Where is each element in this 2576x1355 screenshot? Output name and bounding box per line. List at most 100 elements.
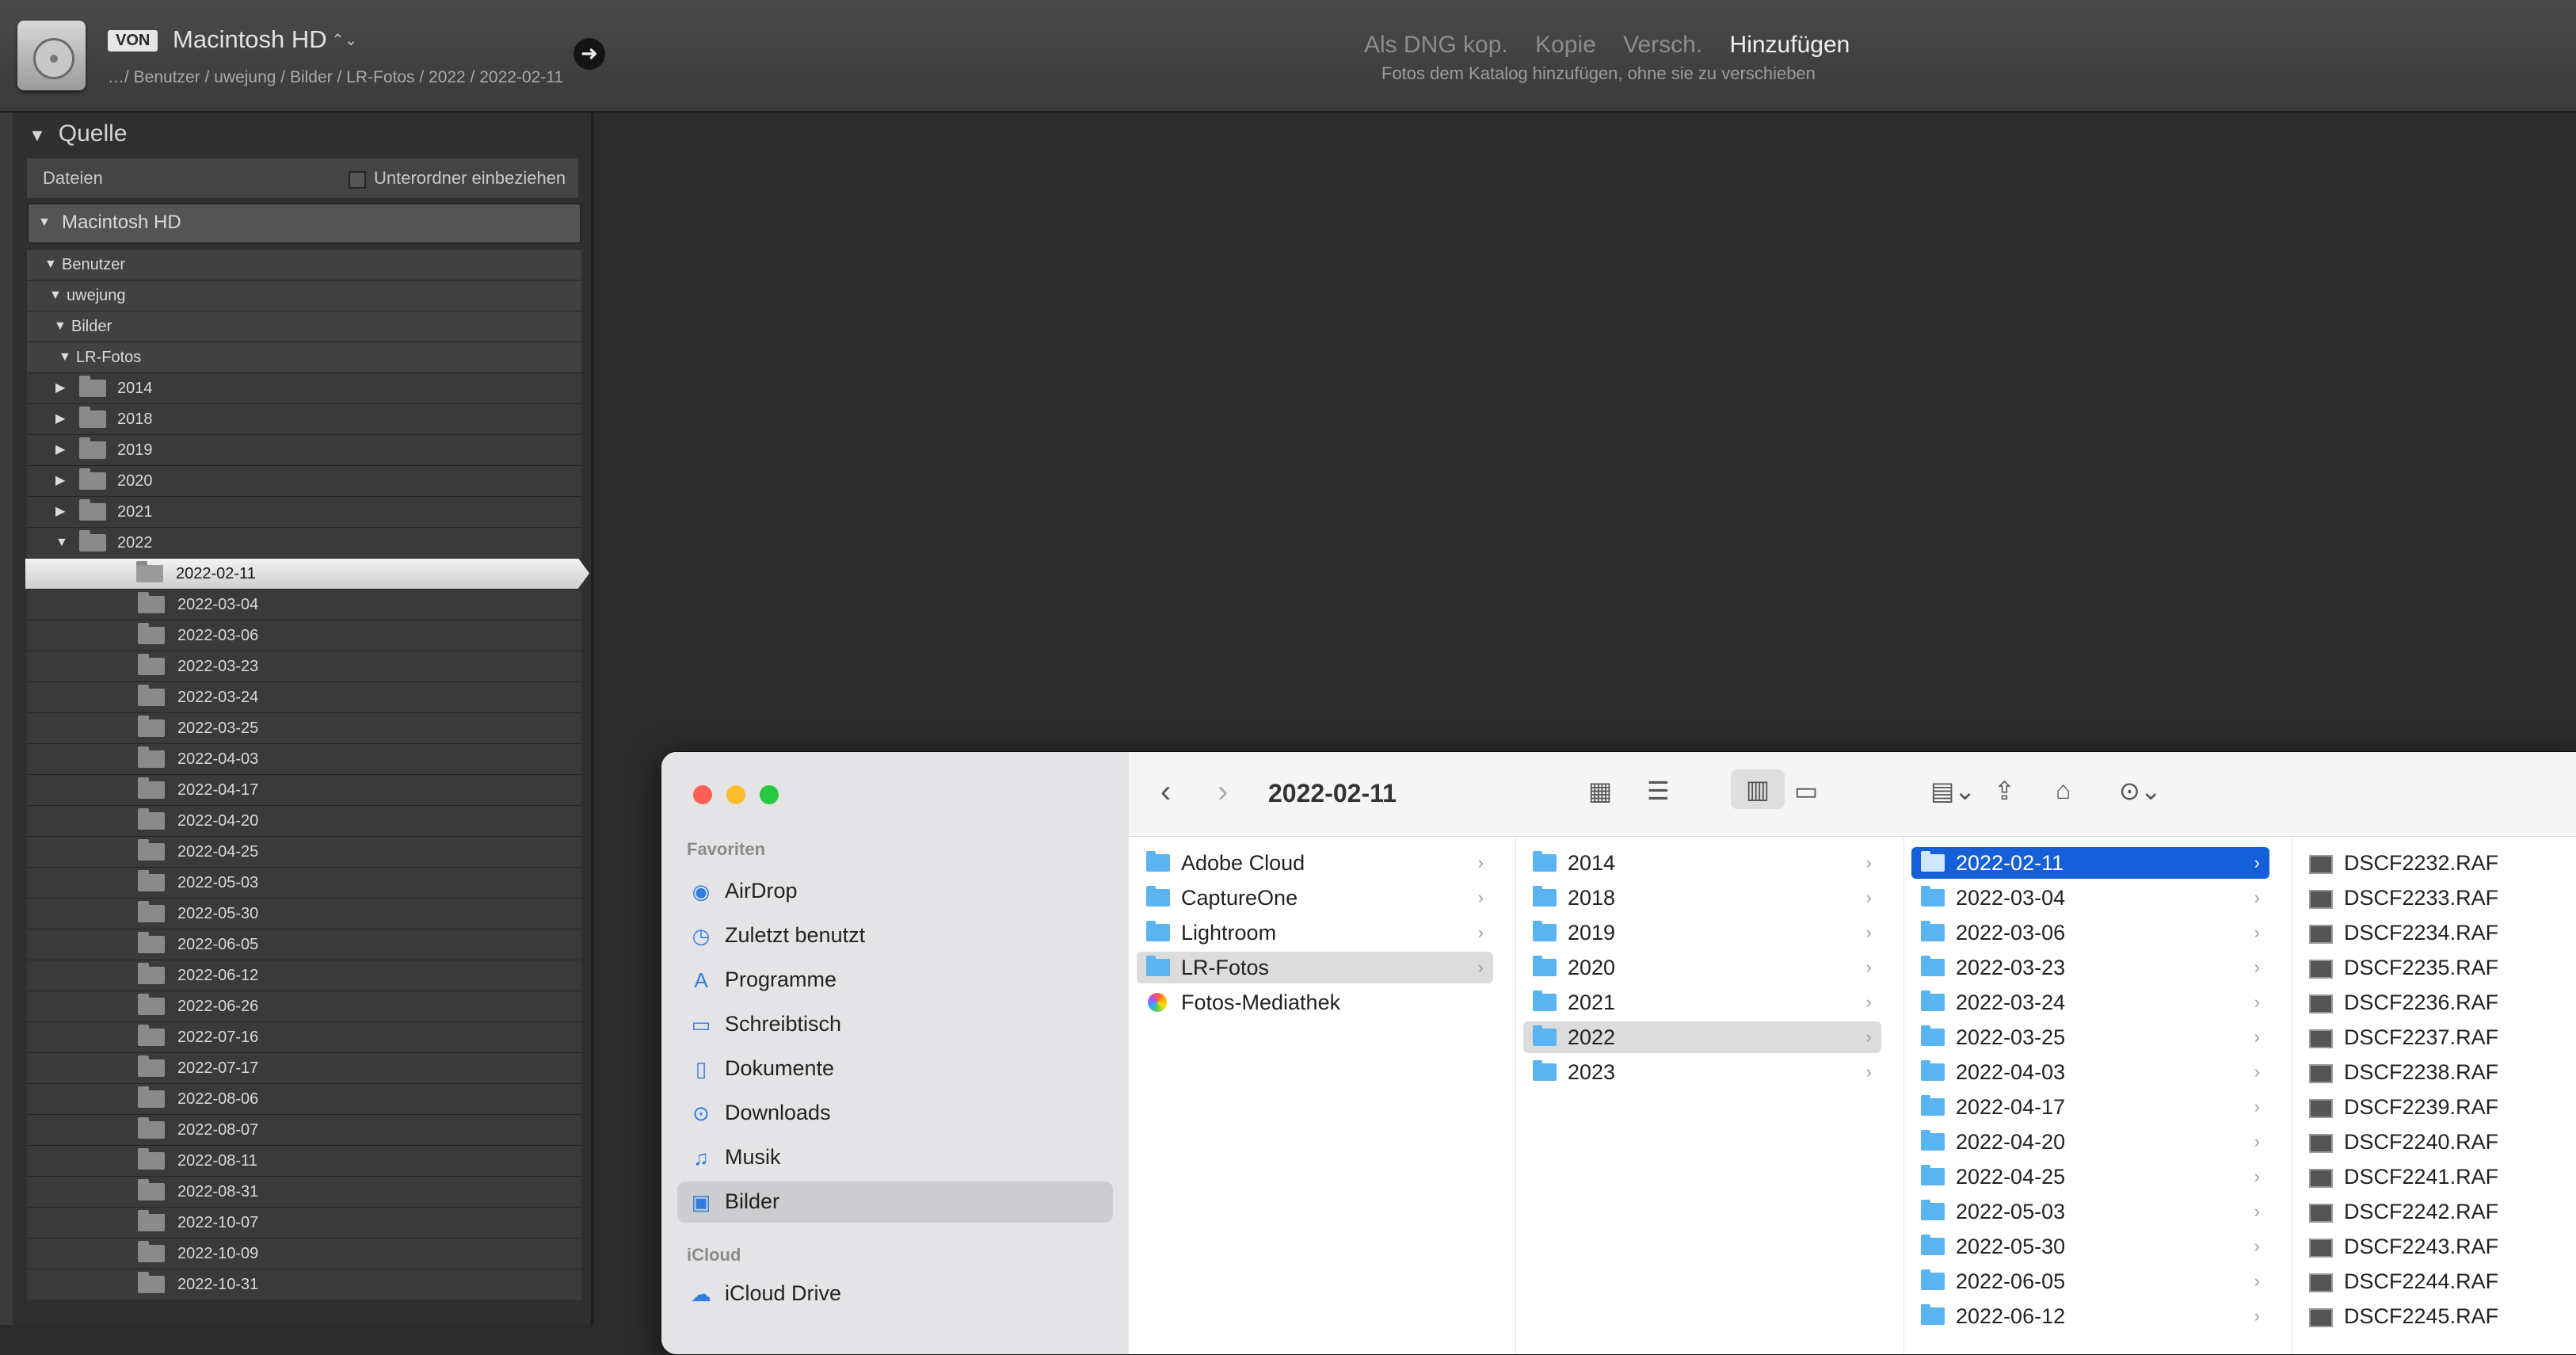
tree-folder-2022-03-23[interactable]: 2022-03-23 (27, 651, 581, 681)
folder-item[interactable]: 2022-04-25 › (1911, 1161, 2269, 1193)
sidebar-item-icloud-drive[interactable]: ☁ iCloud Drive (677, 1273, 1113, 1315)
file-item[interactable]: DSCF2233.RAF (2300, 882, 2576, 914)
forward-icon[interactable]: › (1218, 774, 1228, 810)
folder-item[interactable]: 2019 › (1523, 917, 1881, 948)
folder-item[interactable]: Lightroom › (1137, 917, 1493, 948)
sidebar-item-musik[interactable]: ♫ Musik (677, 1137, 1113, 1178)
tree-item-uwejung[interactable]: ▼ uwejung (27, 280, 581, 311)
tree-folder-2022-04-20[interactable]: 2022-04-20 (27, 805, 581, 836)
sidebar-item-schreibtisch[interactable]: ▭ Schreibtisch (677, 1004, 1113, 1045)
folder-item[interactable]: 2022-03-23 › (1911, 952, 2269, 983)
tree-item-lr-fotos[interactable]: ▼ LR-Fotos (27, 342, 581, 372)
subfolder-checkbox[interactable] (349, 171, 366, 189)
sidebar-item-programme[interactable]: A Programme (677, 960, 1113, 1001)
mode-copy[interactable]: Kopie (1535, 32, 1596, 58)
folder-item[interactable]: 2018 › (1523, 882, 1881, 914)
folder-item[interactable]: LR-Fotos › (1137, 952, 1493, 983)
list-view-icon[interactable]: ☰ (1647, 776, 1670, 806)
gallery-view-icon[interactable]: ▭ (1794, 776, 1818, 806)
hard-drive-icon[interactable] (17, 21, 86, 90)
folder-item[interactable]: 2022 › (1523, 1021, 1881, 1053)
tree-folder-2022-10-07[interactable]: 2022-10-07 (27, 1207, 581, 1238)
tree-folder-2022-08-06[interactable]: 2022-08-06 (27, 1083, 581, 1114)
close-window-button[interactable] (693, 785, 712, 804)
folder-item[interactable]: 2022-02-11 › (1911, 847, 2269, 879)
folder-item[interactable]: CaptureOne › (1137, 882, 1493, 914)
folder-item[interactable]: 2014 › (1523, 847, 1881, 879)
icon-view-icon[interactable]: ▦ (1588, 776, 1612, 806)
source-selector[interactable]: Macintosh HD (173, 25, 327, 54)
tree-folder-2022-04-17[interactable]: 2022-04-17 (27, 774, 581, 805)
tree-folder-2022-08-07[interactable]: 2022-08-07 (27, 1114, 581, 1145)
mode-add[interactable]: Hinzufügen (1730, 32, 1850, 58)
file-item[interactable]: DSCF2245.RAF (2300, 1300, 2576, 1332)
disclosure-triangle-icon[interactable]: ▼ (38, 204, 51, 241)
tree-folder-2022-05-03[interactable]: 2022-05-03 (27, 867, 581, 898)
folder-item[interactable]: 2021 › (1523, 987, 1881, 1018)
source-dropdown-icon[interactable]: ⌃⌄ (331, 30, 358, 50)
file-item[interactable]: DSCF2244.RAF (2300, 1265, 2576, 1297)
collapse-triangle-icon[interactable]: ▼ (29, 125, 46, 145)
arrow-right-icon[interactable]: ➜ (574, 38, 605, 70)
file-item[interactable]: DSCF2235.RAF (2300, 952, 2576, 983)
folder-item[interactable]: 2022-05-03 › (1911, 1196, 2269, 1227)
tree-folder-2022-03-25[interactable]: 2022-03-25 (27, 712, 581, 743)
folder-item[interactable]: 2022-06-05 › (1911, 1265, 2269, 1297)
disclosure-triangle-icon[interactable]: ▼ (55, 528, 68, 558)
folder-item[interactable]: 2022-03-06 › (1911, 917, 2269, 948)
source-panel-header[interactable]: ▼ Quelle (29, 120, 128, 147)
folder-item[interactable]: 2022-04-17 › (1911, 1091, 2269, 1123)
tree-folder-2022-08-31[interactable]: 2022-08-31 (27, 1176, 581, 1207)
back-icon[interactable]: ‹ (1160, 774, 1171, 810)
folder-item[interactable]: 2022-06-12 › (1911, 1300, 2269, 1332)
panel-scrollbar[interactable] (0, 113, 13, 1325)
sidebar-item-bilder[interactable]: ▣ Bilder (677, 1181, 1113, 1223)
disclosure-triangle-icon[interactable]: ▼ (59, 342, 71, 372)
tree-folder-2020[interactable]: ▶ 2020 (27, 465, 581, 496)
disclosure-triangle-icon[interactable]: ▼ (44, 250, 57, 280)
folder-item[interactable]: 2022-03-24 › (1911, 987, 2269, 1018)
disclosure-triangle-icon[interactable]: ▶ (55, 466, 65, 496)
tree-folder-2022-06-05[interactable]: 2022-06-05 (27, 929, 581, 960)
share-icon[interactable]: ⇪ (1994, 776, 2015, 806)
sidebar-item-zuletzt-benutzt[interactable]: ◷ Zuletzt benutzt (677, 915, 1113, 956)
tree-folder-2014[interactable]: ▶ 2014 (27, 372, 581, 403)
tree-folder-2018[interactable]: ▶ 2018 (27, 403, 581, 434)
sidebar-item-dokumente[interactable]: ▯ Dokumente (677, 1048, 1113, 1090)
file-item[interactable]: DSCF2243.RAF (2300, 1231, 2576, 1262)
tree-folder-2022-03-24[interactable]: 2022-03-24 (27, 681, 581, 712)
file-item[interactable]: DSCF2241.RAF (2300, 1161, 2576, 1193)
tree-folder-2022-02-11[interactable]: 2022-02-11 (25, 558, 589, 589)
file-item[interactable]: DSCF2232.RAF (2300, 847, 2576, 879)
tree-folder-2021[interactable]: ▶ 2021 (27, 496, 581, 527)
tree-folder-2022-04-25[interactable]: 2022-04-25 (27, 836, 581, 867)
tree-folder-2022-04-03[interactable]: 2022-04-03 (27, 743, 581, 774)
tree-item-bilder[interactable]: ▼ Bilder (27, 311, 581, 342)
file-item[interactable]: DSCF2239.RAF (2300, 1091, 2576, 1123)
tree-folder-2022-03-04[interactable]: 2022-03-04 (27, 589, 581, 620)
disclosure-triangle-icon[interactable]: ▶ (55, 373, 65, 403)
tree-folder-2022-07-16[interactable]: 2022-07-16 (27, 1021, 581, 1052)
subfolder-label[interactable]: Unterordner einbeziehen (374, 168, 566, 189)
sidebar-item-airdrop[interactable]: ◉ AirDrop (677, 871, 1113, 912)
tree-volume[interactable]: ▼ Macintosh HD (27, 203, 581, 244)
tree-folder-2022-06-12[interactable]: 2022-06-12 (27, 960, 581, 990)
minimize-window-button[interactable] (726, 785, 745, 804)
folder-item[interactable]: 2022-04-20 › (1911, 1126, 2269, 1158)
sidebar-item-downloads[interactable]: ⊙ Downloads (677, 1093, 1113, 1134)
file-item[interactable]: DSCF2238.RAF (2300, 1056, 2576, 1088)
disclosure-triangle-icon[interactable]: ▶ (55, 435, 65, 465)
tag-icon[interactable]: ⌂ (2056, 776, 2071, 805)
folder-item[interactable]: Fotos-Mediathek (1137, 987, 1493, 1018)
disclosure-triangle-icon[interactable]: ▶ (55, 497, 65, 527)
tree-folder-2022-10-31[interactable]: 2022-10-31 (27, 1269, 581, 1300)
folder-item[interactable]: 2022-03-04 › (1911, 882, 2269, 914)
folder-item[interactable]: 2022-03-25 › (1911, 1021, 2269, 1053)
file-item[interactable]: DSCF2237.RAF (2300, 1021, 2576, 1053)
file-item[interactable]: DSCF2236.RAF (2300, 987, 2576, 1018)
tree-folder-2022-10-09[interactable]: 2022-10-09 (27, 1238, 581, 1269)
file-item[interactable]: DSCF2234.RAF (2300, 917, 2576, 948)
tree-folder-2022-03-06[interactable]: 2022-03-06 (27, 620, 581, 651)
mode-dng[interactable]: Als DNG kop. (1364, 32, 1508, 58)
folder-item[interactable]: Adobe Cloud › (1137, 847, 1493, 879)
